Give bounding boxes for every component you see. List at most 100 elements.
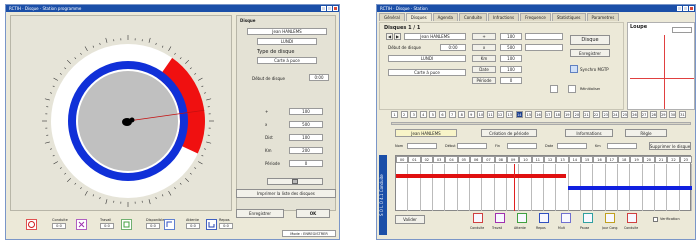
driver-field[interactable]: Jean HANLEMS: [247, 28, 327, 35]
loupe-field[interactable]: [672, 27, 692, 33]
synchro-icon[interactable]: [570, 65, 578, 73]
left-row-value[interactable]: 0: [289, 160, 323, 167]
valider-button[interactable]: Valider: [395, 215, 425, 224]
delete-disc-button[interactable]: Supprimer le disque: [649, 142, 691, 150]
card-field[interactable]: Carte à puce: [388, 69, 466, 76]
debut-field[interactable]: 0:00: [440, 44, 466, 51]
day-cell[interactable]: 23: [602, 111, 610, 118]
disque-button[interactable]: Disque: [570, 35, 610, 45]
day-cell[interactable]: 1: [391, 111, 398, 118]
option-checkbox[interactable]: [653, 217, 658, 222]
aux-field-2[interactable]: [525, 44, 563, 51]
left-row-value[interactable]: 100: [289, 108, 323, 115]
minimize-button[interactable]: [677, 6, 682, 11]
day-cell[interactable]: 6: [439, 111, 446, 118]
filter-field[interactable]: [507, 143, 537, 149]
day-cell[interactable]: 11: [487, 111, 494, 118]
day-cell[interactable]: 7: [448, 111, 456, 118]
driver-field[interactable]: Jean HANLEMS: [404, 33, 466, 40]
available-icon[interactable]: [121, 219, 132, 230]
tab-3[interactable]: Conduite: [458, 13, 487, 21]
maximize-button[interactable]: [683, 6, 688, 11]
travail-icon[interactable]: [495, 213, 505, 223]
tab-0[interactable]: Général: [379, 13, 405, 21]
tab-6[interactable]: Statistiques: [551, 13, 586, 21]
day-cell[interactable]: 3: [410, 111, 418, 118]
day-cell[interactable]: 24: [611, 111, 619, 118]
mult-icon[interactable]: [561, 213, 571, 223]
day-cell[interactable]: 5: [429, 111, 437, 118]
mid-button-2[interactable]: Règle: [625, 129, 667, 137]
day-cell[interactable]: 19: [563, 111, 571, 118]
day-cell[interactable]: 17: [544, 111, 552, 118]
left-row-value[interactable]: 500: [289, 121, 323, 128]
day-cell[interactable]: 28: [650, 111, 658, 118]
driver-tab-field[interactable]: Jean HANLEMS: [395, 129, 457, 137]
maximize-button[interactable]: [327, 6, 332, 11]
tab-1[interactable]: Disques: [405, 13, 432, 21]
print-list-button[interactable]: Imprimer la liste des disques: [236, 189, 336, 198]
next-disc-button[interactable]: ▶: [394, 33, 401, 40]
day-cell[interactable]: 13: [506, 111, 514, 118]
close-button[interactable]: [689, 6, 694, 11]
tachograph-disc[interactable]: [11, 16, 233, 212]
day-cell[interactable]: 30: [669, 111, 677, 118]
right-row-value[interactable]: 100: [500, 33, 522, 40]
day-cell[interactable]: 20: [573, 111, 581, 118]
tab-2[interactable]: Agenda: [432, 13, 458, 21]
day-type-field[interactable]: LUNDI: [257, 38, 317, 45]
work-icon[interactable]: [76, 219, 87, 230]
right-row-value[interactable]: 100: [500, 55, 522, 62]
mid-button-0[interactable]: Création de période: [481, 129, 537, 137]
day-cell[interactable]: 31: [679, 111, 686, 118]
previous-disc-button[interactable]: ◀: [386, 33, 393, 40]
tab-7[interactable]: Parametres: [586, 13, 620, 21]
day-cell[interactable]: 16: [535, 111, 542, 118]
close-button[interactable]: [333, 6, 338, 11]
type-field[interactable]: Carte à puce: [257, 57, 317, 64]
filter-field[interactable]: [557, 143, 587, 149]
day-cell[interactable]: 27: [640, 111, 648, 118]
right-row-value[interactable]: 0: [500, 77, 522, 84]
rest-icon[interactable]: [206, 219, 217, 230]
timeline-scroll[interactable]: [391, 122, 691, 125]
day-cell[interactable]: 25: [621, 111, 629, 118]
day-cell[interactable]: 22: [592, 111, 600, 118]
day-cell[interactable]: 21: [583, 111, 590, 118]
filter-field[interactable]: [607, 143, 637, 149]
right-row-value[interactable]: 100: [500, 66, 522, 73]
repos-icon[interactable]: [539, 213, 549, 223]
save-button[interactable]: Enregistrer: [236, 209, 284, 218]
reset-icon[interactable]: [568, 85, 576, 93]
conduite-icon[interactable]: [473, 213, 483, 223]
wait-icon[interactable]: [164, 219, 175, 230]
day-cell[interactable]: 10: [477, 111, 485, 118]
enregistrer-button[interactable]: Enregistrer: [570, 49, 610, 57]
day-cell[interactable]: 2: [400, 111, 408, 118]
day-type-field[interactable]: LUNDI: [388, 55, 466, 62]
mid-button-1[interactable]: Informations: [565, 129, 613, 137]
conduite2-icon[interactable]: [627, 213, 637, 223]
attente-icon[interactable]: [517, 213, 527, 223]
left-row-value[interactable]: 200: [289, 147, 323, 154]
cong-icon[interactable]: [605, 213, 615, 223]
tab-5[interactable]: Frequence: [520, 13, 551, 21]
debut-field[interactable]: 0:00: [309, 74, 329, 81]
slider-thumb[interactable]: [292, 179, 298, 184]
day-cell[interactable]: 12: [496, 111, 504, 118]
tab-4[interactable]: Infractions: [487, 13, 520, 21]
day-cell[interactable]: 26: [631, 111, 638, 118]
day-cell[interactable]: 14: [515, 111, 523, 118]
minimize-button[interactable]: [321, 6, 326, 11]
activity-grid[interactable]: 00 01 02 03 04 05 06 07 08 09 10 11 12 13 14 15 16 17 18 19…: [395, 155, 692, 211]
pause-icon[interactable]: [583, 213, 593, 223]
day-cell[interactable]: 8: [458, 111, 466, 118]
day-cell[interactable]: 18: [554, 111, 562, 118]
left-row-value[interactable]: 100: [289, 134, 323, 141]
day-cell[interactable]: 29: [659, 111, 667, 118]
day-cell[interactable]: 9: [467, 111, 475, 118]
right-row-value[interactable]: 500: [500, 44, 522, 51]
filter-field[interactable]: [407, 143, 437, 149]
ok-button[interactable]: OK: [296, 209, 330, 218]
filter-field[interactable]: [457, 143, 487, 149]
